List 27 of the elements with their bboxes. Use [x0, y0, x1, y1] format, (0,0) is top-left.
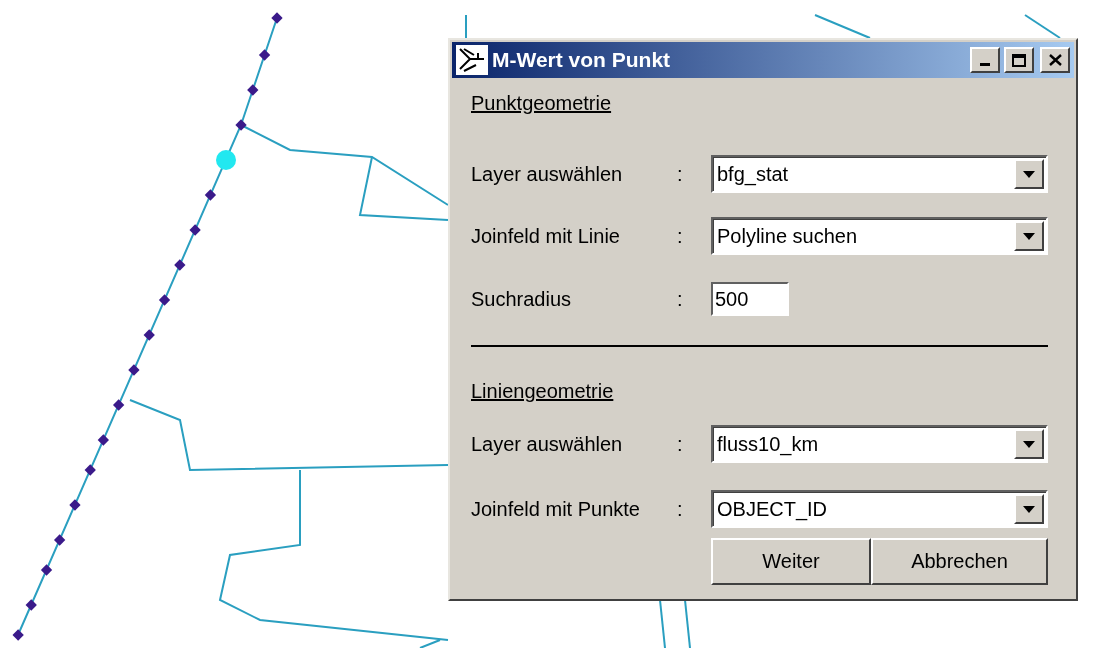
colon-separator: :	[677, 287, 684, 311]
close-button[interactable]	[1040, 47, 1070, 73]
maximize-icon	[1012, 53, 1026, 67]
colon-separator: :	[677, 162, 684, 186]
cancel-button[interactable]: Abbrechen	[871, 538, 1048, 585]
next-button[interactable]: Weiter	[711, 538, 871, 585]
section-heading: Liniengeometrie	[471, 380, 615, 404]
field-label: Suchradius	[471, 287, 573, 311]
field-label: Joinfeld mit Linie	[471, 224, 621, 248]
app-icon	[456, 45, 488, 75]
field-label: Layer auswählen	[471, 432, 624, 456]
dropdown[interactable]: Polyline suchen	[711, 217, 1048, 255]
window-title: M-Wert von Punkt	[492, 48, 672, 72]
colon-separator: :	[677, 432, 684, 456]
maximize-button[interactable]	[1004, 47, 1034, 73]
minimize-button[interactable]	[970, 47, 1000, 73]
close-icon	[1048, 54, 1062, 66]
field-label: Layer auswählen	[471, 162, 624, 186]
dropdown[interactable]: bfg_stat	[711, 155, 1048, 193]
dropdown[interactable]: OBJECT_ID	[711, 490, 1048, 528]
section-heading: Punktgeometrie	[471, 92, 613, 116]
field-label: Joinfeld mit Punkte	[471, 497, 641, 521]
colon-separator: :	[677, 224, 684, 248]
dropdown[interactable]: fluss10_km	[711, 425, 1048, 463]
search-radius-field[interactable]: 500	[711, 282, 789, 316]
minimize-icon	[980, 63, 990, 66]
colon-separator: :	[677, 497, 684, 521]
